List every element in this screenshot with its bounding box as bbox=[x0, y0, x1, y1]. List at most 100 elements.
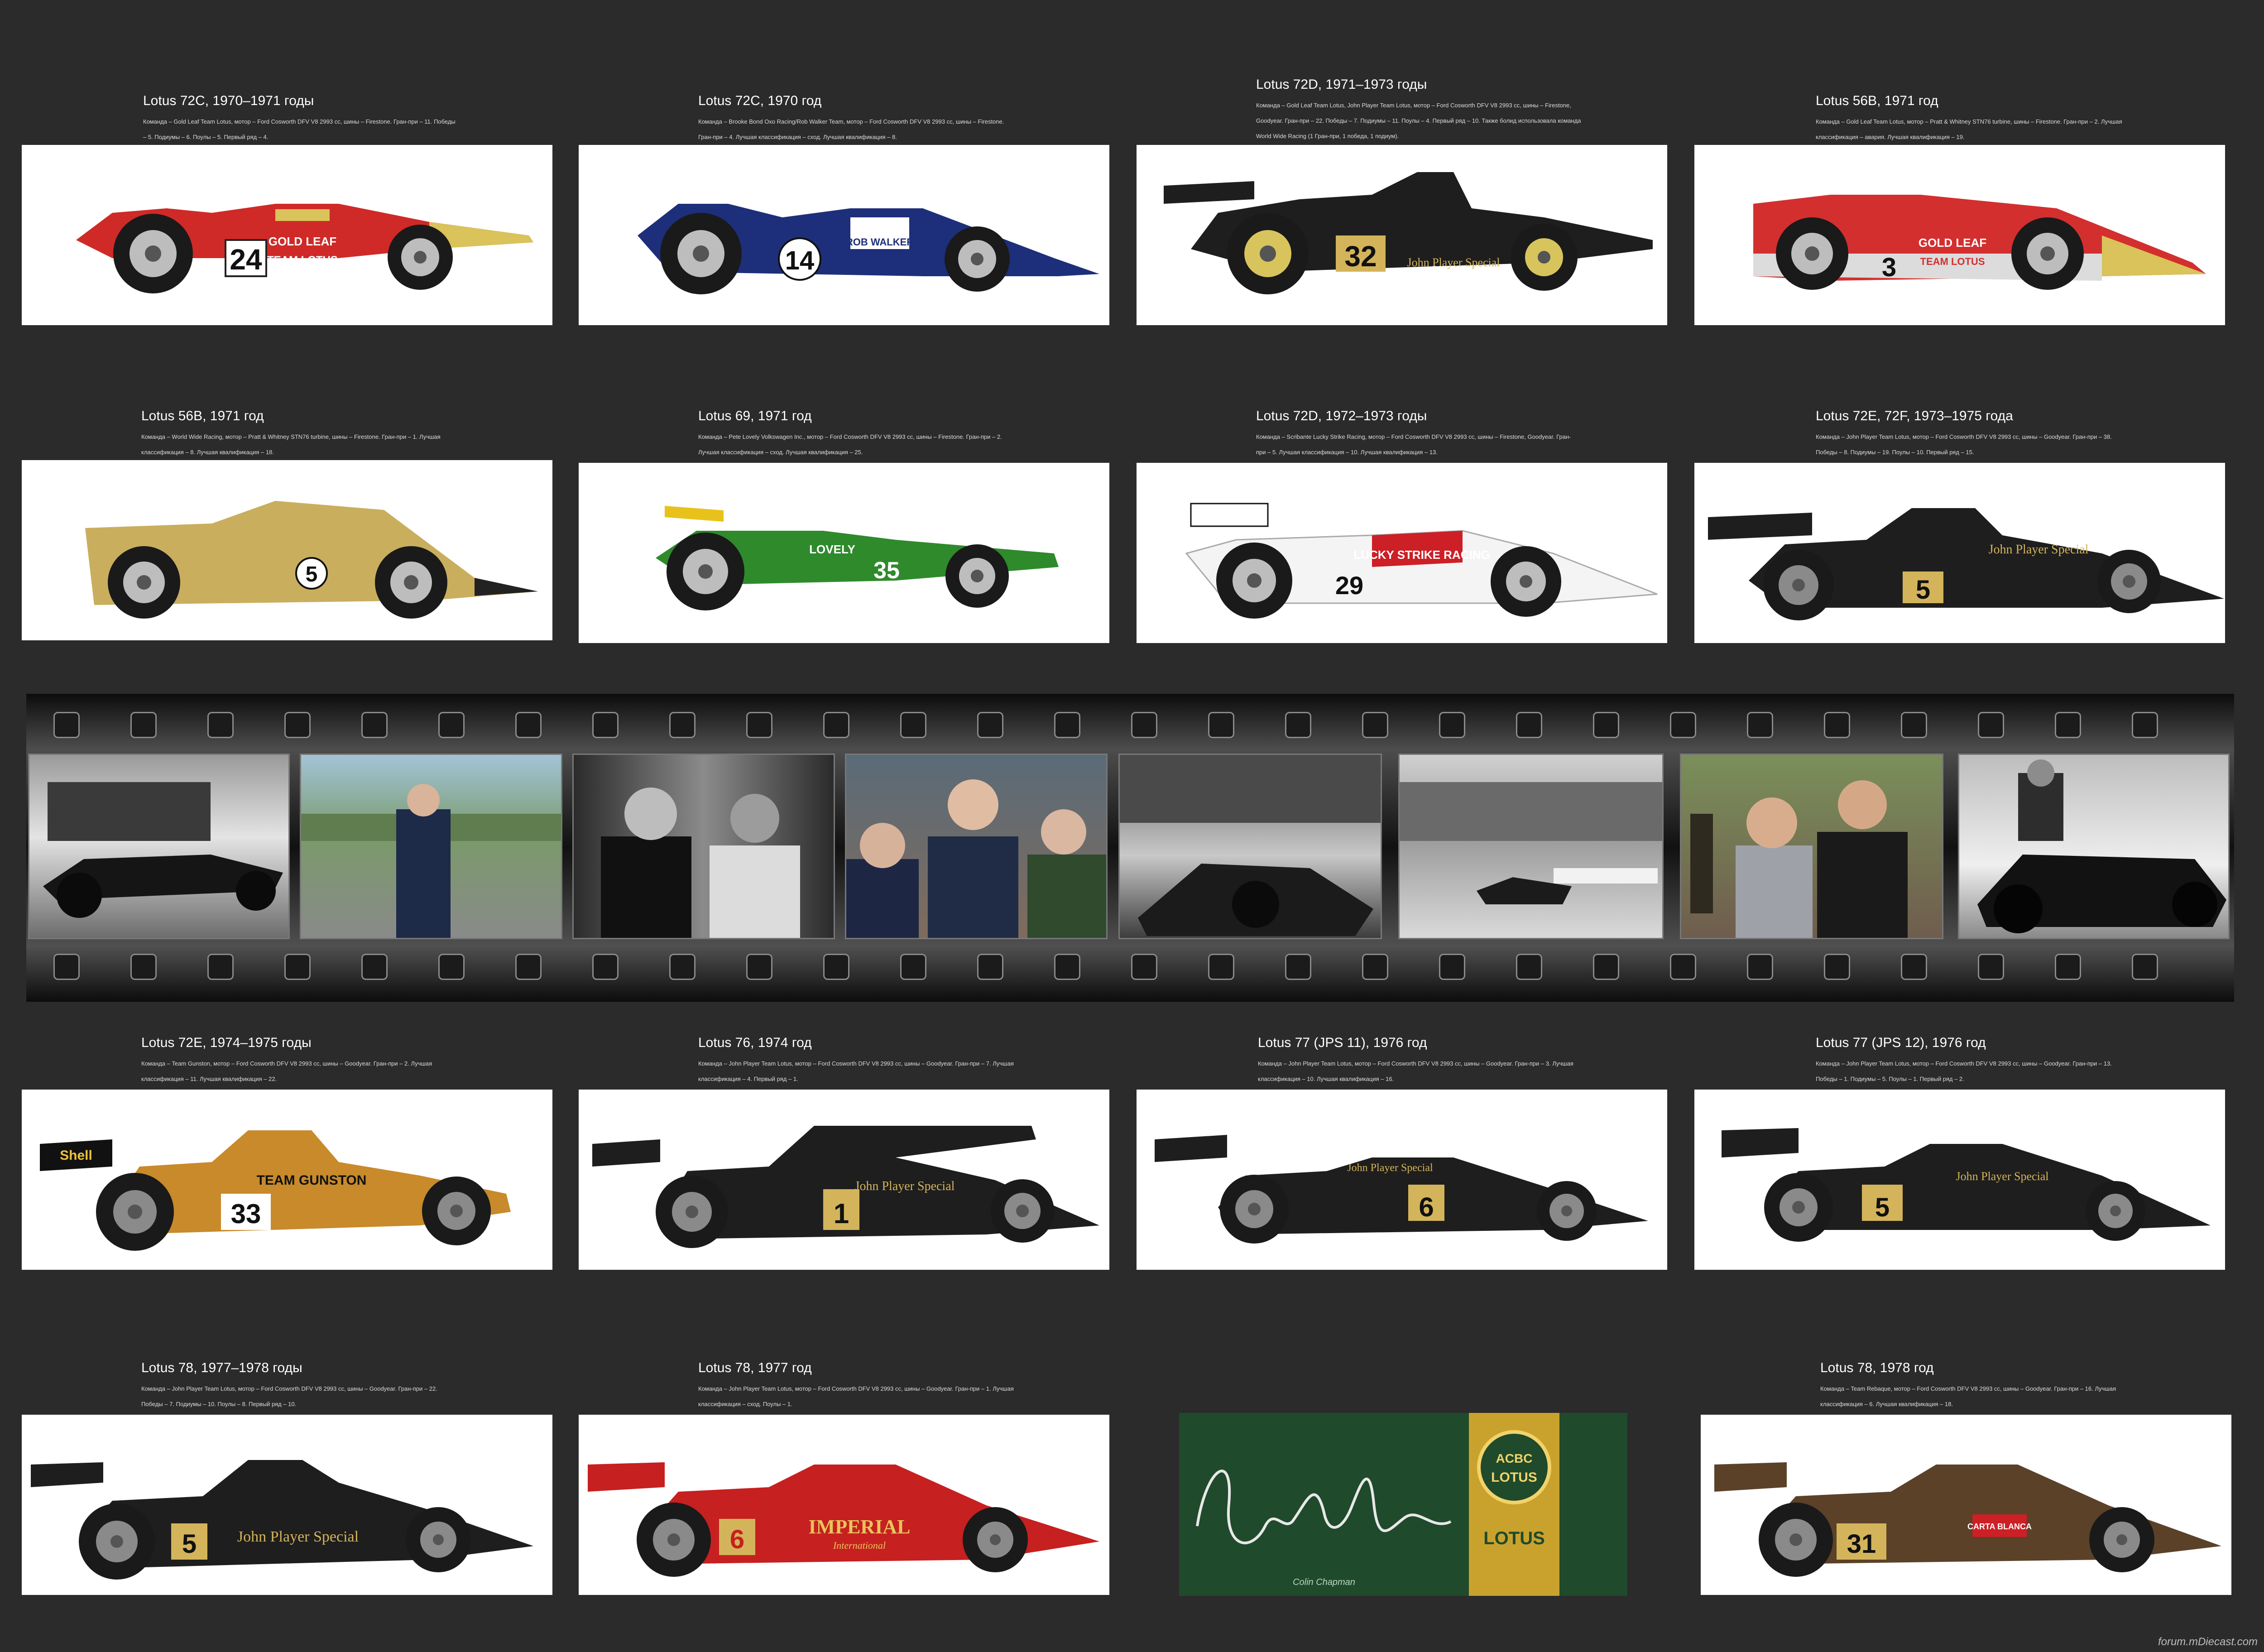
card-description: Команда – Pete Lovely Volkswagen Inc., м… bbox=[698, 433, 1002, 456]
car-number: 32 bbox=[1344, 240, 1377, 273]
car-number: 5 bbox=[306, 562, 318, 586]
car-sponsor-text: GOLD LEAF bbox=[269, 235, 336, 248]
car-sponsor-text: GOLD LEAF bbox=[1919, 236, 1986, 250]
car-sponsor-text: TEAM GUNSTON bbox=[257, 1173, 367, 1188]
car-illustration-panel: 5 John Player Special bbox=[22, 1415, 552, 1595]
card-description: Команда – Team Rebaque, мотор – Ford Cos… bbox=[1820, 1385, 2116, 1407]
svg-text:Shell: Shell bbox=[60, 1148, 92, 1163]
logo-word: LOTUS bbox=[1491, 1470, 1537, 1485]
film-photo-three-men-talking bbox=[845, 754, 1108, 939]
car-number: 6 bbox=[1419, 1192, 1434, 1222]
film-photo-celebration bbox=[1680, 754, 1943, 939]
car-sponsor-text: IMPERIAL bbox=[809, 1516, 911, 1538]
card-description: Команда – John Player Team Lotus, мотор … bbox=[141, 1385, 437, 1407]
card-title: Lotus 69, 1971 год bbox=[698, 408, 812, 423]
car-illustration-panel: LOVELY 35 bbox=[579, 463, 1109, 643]
car-number: 5 bbox=[1875, 1193, 1890, 1222]
car-illustration-panel: Shell TEAM GUNSTON 33 bbox=[22, 1090, 552, 1270]
film-photo-two-men-portrait bbox=[572, 754, 835, 939]
film-perforations-bottom bbox=[26, 954, 2234, 981]
film-perforations-top bbox=[26, 712, 2234, 739]
racing-car-illustration: 5 John Player Special bbox=[1708, 508, 2224, 620]
car-team-text: TEAM LOTUS bbox=[1920, 256, 1985, 267]
car-sponsor-text: CARTA BLANCA bbox=[1967, 1522, 2032, 1531]
car-illustration-panel: 5 John Player Special bbox=[1694, 463, 2225, 643]
racing-car-illustration: LOVELY 35 bbox=[656, 506, 1059, 610]
car-number: 29 bbox=[1335, 571, 1363, 600]
car-sponsor-text: John Player Special bbox=[237, 1528, 359, 1545]
car-illustration-panel: 1 John Player Special bbox=[579, 1090, 1109, 1270]
racing-car-illustration: LUCKY STRIKE RACING 29 bbox=[1185, 503, 1658, 619]
racing-car-illustration: 1 John Player Special bbox=[592, 1126, 1099, 1248]
card-title: Lotus 56B, 1971 год bbox=[141, 408, 264, 423]
card-description: Команда – John Player Team Lotus, мотор … bbox=[1816, 433, 2112, 456]
car-illustration-panel: 3 GOLD LEAF TEAM LOTUS bbox=[1694, 145, 2225, 325]
card-description: Команда – Team Gunston, мотор – Ford Cos… bbox=[141, 1060, 432, 1082]
lotus-logo-badge: ACBC LOTUS LOTUS bbox=[1469, 1413, 1559, 1596]
film-photo-monaco-race bbox=[1398, 754, 1664, 939]
racing-car-illustration: 5 John Player Special bbox=[1722, 1128, 2211, 1242]
car-number: 5 bbox=[182, 1529, 197, 1559]
film-photo-pit-crew-with-car bbox=[28, 754, 290, 939]
film-photo-man-on-grid bbox=[300, 754, 562, 939]
racing-car-illustration: 3 GOLD LEAF TEAM LOTUS bbox=[1753, 195, 2206, 290]
car-illustration-panel: 24 GOLD LEAF TEAM LOTUS bbox=[22, 145, 552, 325]
card-title: Lotus 78, 1978 год bbox=[1820, 1360, 1934, 1375]
card-description: Команда – John Player Team Lotus, мотор … bbox=[1258, 1060, 1573, 1082]
car-team-text: International bbox=[833, 1540, 886, 1551]
car-sponsor-text: John Player Special bbox=[1956, 1170, 2048, 1183]
car-number: 6 bbox=[730, 1525, 744, 1554]
film-photo-woman-with-car bbox=[1958, 754, 2230, 939]
car-illustration-panel: 5 bbox=[22, 460, 552, 640]
car-illustration-panel: 5 John Player Special bbox=[1694, 1090, 2225, 1270]
car-number: 3 bbox=[1882, 253, 1896, 282]
lotus-logo-icon: ACBC LOTUS LOTUS bbox=[1477, 1430, 1551, 1548]
car-team-text: TEAM LOTUS bbox=[267, 254, 338, 266]
car-sponsor-text: LOVELY bbox=[809, 543, 855, 556]
card-title: Lotus 77 (JPS 11), 1976 год bbox=[1258, 1035, 1427, 1050]
brand-text: LOTUS bbox=[1483, 1528, 1545, 1548]
racing-car-illustration: 5 bbox=[85, 501, 538, 619]
card-title: Lotus 72C, 1970 год bbox=[698, 93, 822, 108]
car-sponsor-text: John Player Special bbox=[1347, 1162, 1433, 1174]
card-description: Команда – Scribante Lucky Strike Racing,… bbox=[1256, 433, 1571, 456]
car-number: 35 bbox=[873, 557, 900, 584]
card-title: Lotus 77 (JPS 12), 1976 год bbox=[1816, 1035, 1986, 1050]
car-illustration-panel: 6 John Player Special bbox=[1137, 1090, 1667, 1270]
card-title: Lotus 72E, 72F, 1973–1975 года bbox=[1816, 408, 2013, 423]
card-title: Lotus 72C, 1970–1971 годы bbox=[143, 93, 314, 108]
car-number: 14 bbox=[785, 246, 815, 275]
car-illustration-panel: 32 John Player Special bbox=[1137, 145, 1667, 325]
car-sponsor-text: John Player Special bbox=[1407, 256, 1500, 269]
car-number: 1 bbox=[834, 1198, 849, 1229]
card-title: Lotus 72E, 1974–1975 годы bbox=[141, 1035, 312, 1050]
card-description: Команда – Gold Leaf Team Lotus, John Pla… bbox=[1256, 102, 1581, 139]
logo-letters: ACBC bbox=[1496, 1451, 1533, 1465]
car-illustration-panel: 31 CARTA BLANCA bbox=[1701, 1415, 2231, 1595]
racing-car-illustration: 5 John Player Special bbox=[31, 1460, 533, 1580]
card-title: Lotus 72D, 1972–1973 годы bbox=[1256, 408, 1427, 423]
card-description: Команда – Gold Leaf Team Lotus, мотор – … bbox=[1816, 118, 2122, 140]
car-number: 33 bbox=[231, 1199, 261, 1229]
racing-car-illustration: 24 GOLD LEAF TEAM LOTUS bbox=[76, 204, 533, 293]
racing-car-illustration: ROB WALKER 14 bbox=[638, 204, 1099, 294]
card-title: Lotus 78, 1977 год bbox=[698, 1360, 812, 1375]
car-illustration-panel: ROB WALKER 14 bbox=[579, 145, 1109, 325]
card-description: Команда – John Player Team Lotus, мотор … bbox=[698, 1385, 1014, 1407]
car-illustration-panel: 6 IMPERIAL International bbox=[579, 1415, 1109, 1595]
signature-logo-plate: Colin Chapman ACBC LOTUS LOTUS bbox=[1179, 1413, 1627, 1596]
car-sponsor-text: John Player Special bbox=[855, 1179, 955, 1193]
car-sponsor-text: LUCKY STRIKE RACING bbox=[1353, 548, 1490, 562]
signature-text: Colin Chapman bbox=[1293, 1577, 1355, 1587]
car-number: 31 bbox=[1847, 1529, 1876, 1559]
car-sponsor-text: John Player Special bbox=[1989, 543, 2089, 557]
racing-car-illustration: 6 John Player Special bbox=[1155, 1135, 1648, 1244]
racing-car-illustration: 31 CARTA BLANCA bbox=[1714, 1462, 2221, 1577]
car-illustration-panel: LUCKY STRIKE RACING 29 bbox=[1137, 463, 1667, 643]
card-title: Lotus 78, 1977–1978 годы bbox=[141, 1360, 302, 1375]
card-description: Команда – Gold Leaf Team Lotus, мотор – … bbox=[143, 118, 456, 140]
racing-car-illustration: Shell TEAM GUNSTON 33 bbox=[40, 1130, 511, 1251]
film-photo-pit-lane-crowd bbox=[1118, 754, 1382, 939]
colin-chapman-signature: Colin Chapman bbox=[1196, 1470, 1452, 1587]
watermark-text: forum.mDiecast.com bbox=[2158, 1636, 2258, 1648]
